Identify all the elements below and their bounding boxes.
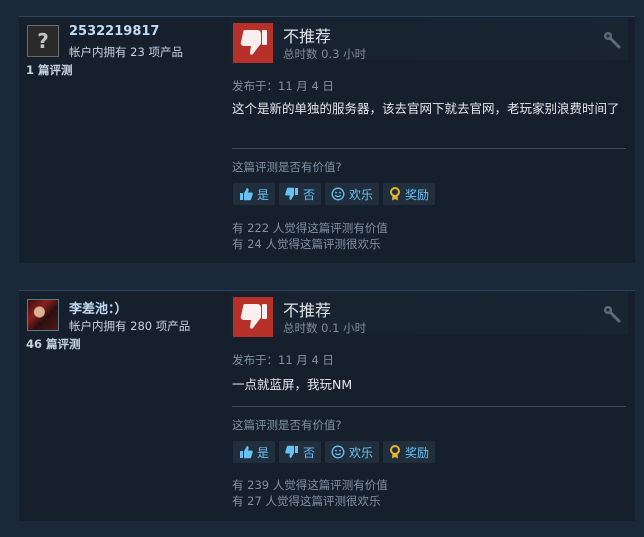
thumbs-up-icon xyxy=(240,446,253,459)
review-card: ? 2532219817 帐户内拥有 23 项产品 1 篇评测 不推荐 总时数 … xyxy=(19,16,635,263)
vote-buttons: 是 否 欢乐 奖励 xyxy=(233,441,436,463)
vote-no-label: 否 xyxy=(303,187,316,202)
vote-yes-button[interactable]: 是 xyxy=(233,441,276,463)
helpful-count: 有 239 人觉得这篇评测有价值 xyxy=(232,478,388,492)
award-icon xyxy=(390,445,401,459)
review-count[interactable]: 1 篇评测 xyxy=(26,62,73,78)
funny-count: 有 24 人觉得这篇评测很欢乐 xyxy=(232,237,381,251)
divider xyxy=(232,406,626,407)
vote-buttons: 是 否 欢乐 奖励 xyxy=(233,183,436,205)
vote-no-button[interactable]: 否 xyxy=(279,183,322,205)
vote-funny-label: 欢乐 xyxy=(349,187,374,202)
vote-funny-button[interactable]: 欢乐 xyxy=(325,441,380,463)
divider xyxy=(232,148,626,149)
vote-yes-label: 是 xyxy=(257,445,270,460)
smiley-icon xyxy=(331,445,345,459)
verdict-title[interactable]: 不推荐 xyxy=(283,297,331,321)
wrench-icon[interactable] xyxy=(603,305,621,323)
posted-date: 发布于：11 月 4 日 xyxy=(232,79,334,93)
award-button[interactable]: 奖励 xyxy=(383,183,436,205)
thumbs-up-icon xyxy=(240,188,253,201)
vote-funny-button[interactable]: 欢乐 xyxy=(325,183,380,205)
review-header[interactable]: 不推荐 总时数 0.1 小时 xyxy=(230,292,628,337)
vote-yes-label: 是 xyxy=(257,187,270,202)
smiley-icon xyxy=(331,187,345,201)
products-owned[interactable]: 帐户内拥有 23 项产品 xyxy=(69,44,183,60)
question-mark-icon: ? xyxy=(37,29,49,53)
award-label: 奖励 xyxy=(405,445,430,460)
review-count[interactable]: 46 篇评测 xyxy=(26,336,81,352)
funny-count: 有 27 人觉得这篇评测很欢乐 xyxy=(232,494,381,508)
wrench-icon[interactable] xyxy=(603,31,621,49)
review-content: 一点就蓝屏，我玩NM xyxy=(232,377,353,392)
helpful-question: 这篇评测是否有价值? xyxy=(232,418,342,432)
hours-played: 总时数 0.1 小时 xyxy=(283,321,367,335)
products-owned[interactable]: 帐户内拥有 280 项产品 xyxy=(69,318,190,334)
vote-yes-button[interactable]: 是 xyxy=(233,183,276,205)
helpful-question: 这篇评测是否有价值? xyxy=(232,160,342,174)
thumbs-down-small-icon xyxy=(285,445,299,458)
verdict-title[interactable]: 不推荐 xyxy=(283,23,331,47)
vote-funny-label: 欢乐 xyxy=(349,445,374,460)
vote-no-button[interactable]: 否 xyxy=(279,441,322,463)
vote-no-label: 否 xyxy=(303,445,316,460)
review-header[interactable]: 不推荐 总时数 0.3 小时 xyxy=(230,18,628,63)
author-name[interactable]: 李差池：） xyxy=(69,298,128,317)
author-name[interactable]: 2532219817 xyxy=(69,24,159,39)
award-label: 奖励 xyxy=(405,187,430,202)
thumbs-down-icon xyxy=(233,297,273,337)
avatar[interactable] xyxy=(27,299,59,331)
award-icon xyxy=(390,187,401,201)
review-card: 李差池：） 帐户内拥有 280 项产品 46 篇评测 不推荐 总时数 0.1 小… xyxy=(19,290,635,521)
award-button[interactable]: 奖励 xyxy=(383,441,436,463)
posted-date: 发布于：11 月 4 日 xyxy=(232,353,334,367)
thumbs-down-small-icon xyxy=(285,187,299,200)
thumbs-down-icon xyxy=(233,23,273,63)
avatar[interactable]: ? xyxy=(27,25,59,57)
review-content: 这个是新的单独的服务器，该去官网下就去官网，老玩家别浪费时间了 xyxy=(232,101,620,116)
hours-played: 总时数 0.3 小时 xyxy=(283,47,367,61)
helpful-count: 有 222 人觉得这篇评测有价值 xyxy=(232,221,388,235)
